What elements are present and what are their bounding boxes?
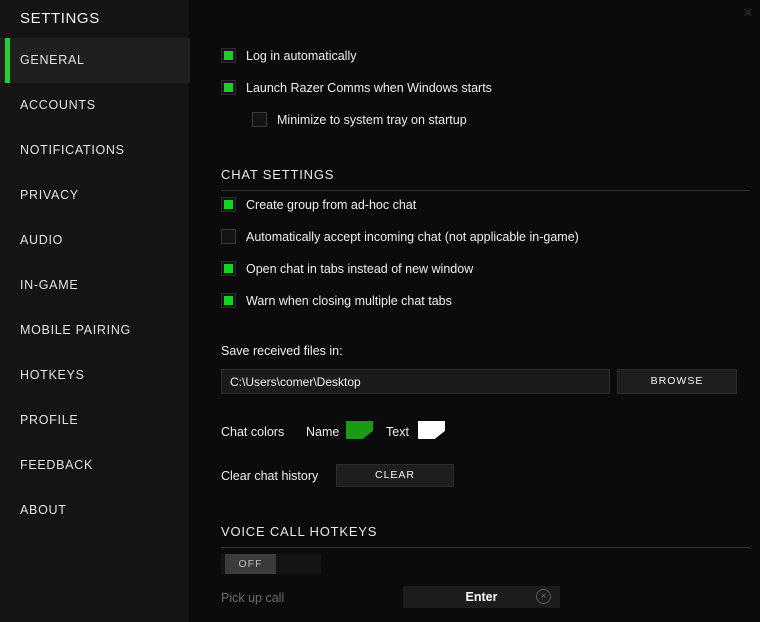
log-in-automatically-label: Log in automatically — [246, 48, 357, 63]
pick-up-call-label: Pick up call — [221, 591, 285, 605]
sidebar-item-label: HOTKEYS — [20, 368, 85, 382]
auto-accept-chat-checkbox[interactable] — [221, 229, 236, 244]
open-chat-in-tabs-checkbox[interactable] — [221, 261, 236, 276]
log-in-automatically-checkbox[interactable] — [221, 48, 236, 63]
sidebar-item-label: MOBILE PAIRING — [20, 323, 131, 337]
close-icon[interactable]: ✕ — [739, 4, 757, 22]
sidebar-item-label: AUDIO — [20, 233, 64, 247]
voice-call-hotkeys-section-header: VOICE CALL HOTKEYS — [221, 524, 751, 548]
sidebar-item-about[interactable]: ABOUT — [0, 488, 190, 533]
chat-colors-label: Chat colors — [221, 425, 285, 439]
sidebar-item-label: FEEDBACK — [20, 458, 93, 472]
settings-content-panel: ✕ Log in automatically Launch Razer Comm… — [190, 0, 760, 622]
name-color-label: Name — [306, 425, 340, 439]
sidebar-item-label: ACCOUNTS — [20, 98, 96, 112]
sidebar-item-label: PRIVACY — [20, 188, 79, 202]
auto-accept-chat-label: Automatically accept incoming chat (not … — [246, 229, 579, 244]
save-path-input[interactable] — [221, 369, 610, 394]
launch-on-windows-start-label: Launch Razer Comms when Windows starts — [246, 80, 492, 95]
sidebar-item-label: IN-GAME — [20, 278, 79, 292]
auto-accept-chat-row[interactable]: Automatically accept incoming chat (not … — [221, 229, 579, 244]
sidebar-nav-list: GENERAL ACCOUNTS NOTIFICATIONS PRIVACY A… — [0, 38, 207, 533]
log-in-automatically-row[interactable]: Log in automatically — [221, 48, 356, 63]
create-group-checkbox[interactable] — [221, 197, 236, 212]
pick-up-call-hotkey-field[interactable]: Enter × — [403, 586, 560, 608]
sidebar-item-general[interactable]: GENERAL — [0, 38, 207, 83]
warn-closing-tabs-label: Warn when closing multiple chat tabs — [246, 293, 452, 308]
sidebar: SETTINGS GENERAL ACCOUNTS NOTIFICATIONS … — [0, 0, 207, 622]
voice-hotkeys-toggle-state: OFF — [225, 554, 276, 574]
chat-settings-section-header: CHAT SETTINGS — [221, 167, 751, 191]
sidebar-item-profile[interactable]: PROFILE — [0, 398, 190, 443]
sidebar-item-mobile-pairing[interactable]: MOBILE PAIRING — [0, 308, 190, 353]
sidebar-item-accounts[interactable]: ACCOUNTS — [0, 83, 190, 128]
create-group-label: Create group from ad-hoc chat — [246, 197, 417, 212]
launch-on-windows-start-row[interactable]: Launch Razer Comms when Windows starts — [221, 80, 492, 95]
minimize-to-tray-label: Minimize to system tray on startup — [277, 112, 467, 127]
clear-history-button[interactable]: CLEAR — [336, 464, 454, 487]
minimize-to-tray-row[interactable]: Minimize to system tray on startup — [252, 112, 467, 127]
active-accent-bar — [5, 38, 10, 83]
sidebar-item-hotkeys[interactable]: HOTKEYS — [0, 353, 190, 398]
text-color-swatch[interactable] — [418, 421, 445, 439]
clear-history-label: Clear chat history — [221, 469, 319, 483]
create-group-row[interactable]: Create group from ad-hoc chat — [221, 197, 416, 212]
name-color-swatch[interactable] — [346, 421, 373, 439]
voice-hotkeys-toggle[interactable]: OFF — [221, 554, 321, 574]
sidebar-item-notifications[interactable]: NOTIFICATIONS — [0, 128, 190, 173]
page-title: SETTINGS — [20, 10, 100, 27]
save-files-label: Save received files in: — [221, 344, 343, 358]
section-divider — [221, 190, 750, 191]
voice-call-hotkeys-title: VOICE CALL HOTKEYS — [221, 524, 378, 539]
sidebar-item-privacy[interactable]: PRIVACY — [0, 173, 190, 218]
minimize-to-tray-checkbox[interactable] — [252, 112, 267, 127]
settings-window: SETTINGS GENERAL ACCOUNTS NOTIFICATIONS … — [0, 0, 760, 622]
sidebar-item-label: ABOUT — [20, 503, 67, 517]
open-chat-in-tabs-label: Open chat in tabs instead of new window — [246, 261, 474, 276]
open-chat-in-tabs-row[interactable]: Open chat in tabs instead of new window — [221, 261, 473, 276]
text-color-label: Text — [386, 425, 409, 439]
section-divider — [221, 547, 750, 548]
sidebar-item-in-game[interactable]: IN-GAME — [0, 263, 190, 308]
sidebar-item-audio[interactable]: AUDIO — [0, 218, 190, 263]
sidebar-item-label: NOTIFICATIONS — [20, 143, 125, 157]
pick-up-call-hotkey-value: Enter — [465, 590, 498, 604]
browse-button[interactable]: BROWSE — [617, 369, 737, 394]
chat-settings-title: CHAT SETTINGS — [221, 167, 335, 182]
launch-on-windows-start-checkbox[interactable] — [221, 80, 236, 95]
warn-closing-tabs-row[interactable]: Warn when closing multiple chat tabs — [221, 293, 452, 308]
clear-hotkey-icon[interactable]: × — [536, 589, 551, 604]
warn-closing-tabs-checkbox[interactable] — [221, 293, 236, 308]
sidebar-item-feedback[interactable]: FEEDBACK — [0, 443, 190, 488]
sidebar-item-label: PROFILE — [20, 413, 79, 427]
sidebar-item-label: GENERAL — [20, 53, 85, 67]
